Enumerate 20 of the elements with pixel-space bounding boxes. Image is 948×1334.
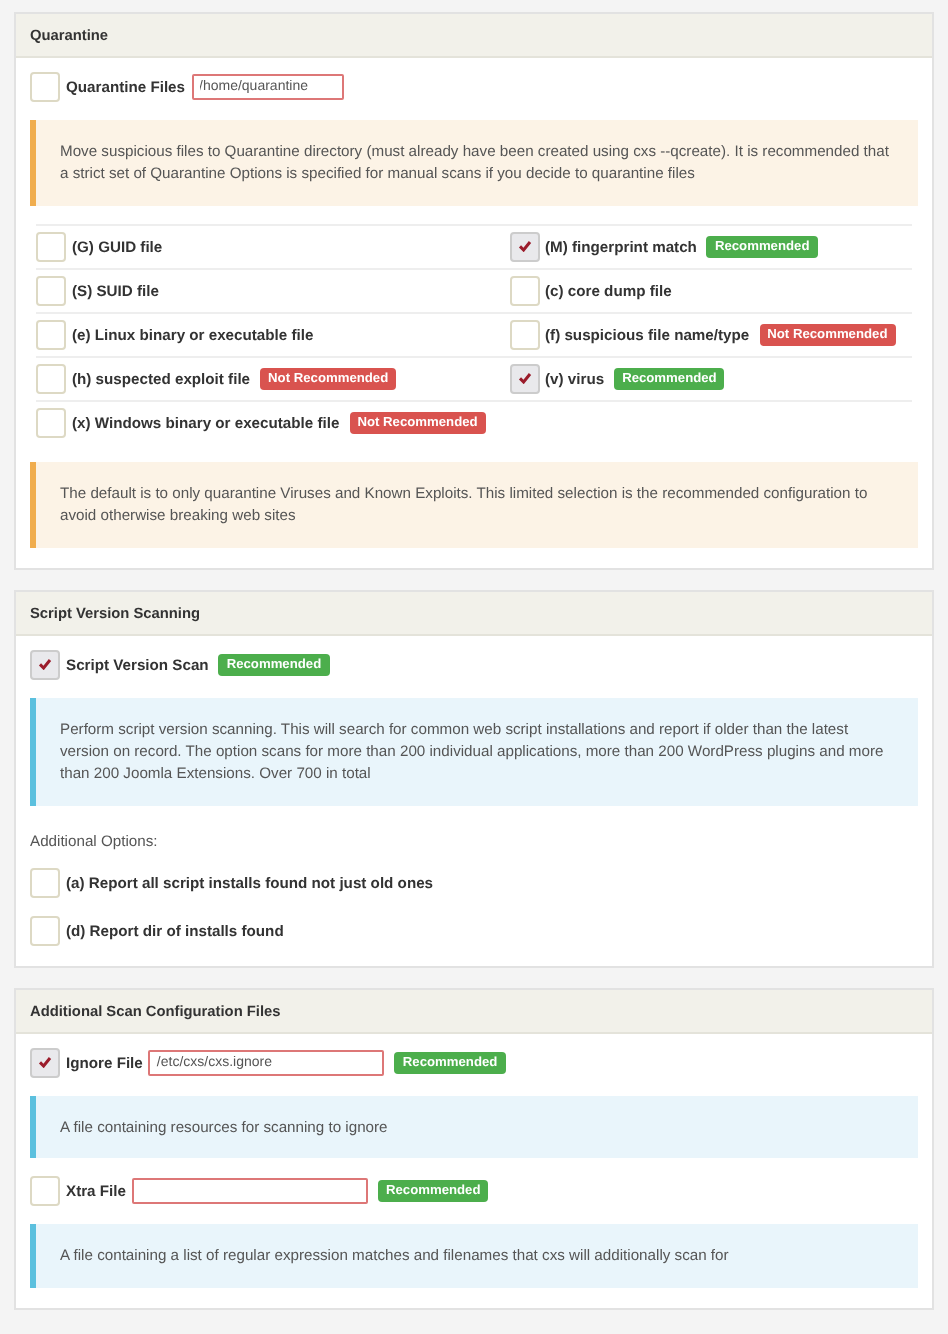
checkbox[interactable] [30,649,60,680]
checkbox[interactable] [509,275,540,306]
checkbox[interactable] [36,231,66,262]
path-field[interactable] [131,1178,368,1205]
checkbox[interactable] [509,319,540,350]
checkbox[interactable] [36,407,66,438]
checkbox[interactable] [30,915,60,946]
checkbox[interactable] [36,319,66,350]
checkbox[interactable] [30,72,60,102]
checkmark-icon [38,658,52,671]
checkbox[interactable] [30,1047,60,1078]
checkbox[interactable] [36,275,66,306]
checkbox[interactable] [509,363,540,394]
checkbox[interactable] [36,363,66,394]
checkmark-icon [517,240,532,253]
checkmark-icon [517,372,532,385]
checkbox[interactable] [30,867,60,898]
checkbox[interactable] [30,1176,60,1207]
checkmark-icon [38,1056,52,1069]
checkbox[interactable] [509,231,540,262]
